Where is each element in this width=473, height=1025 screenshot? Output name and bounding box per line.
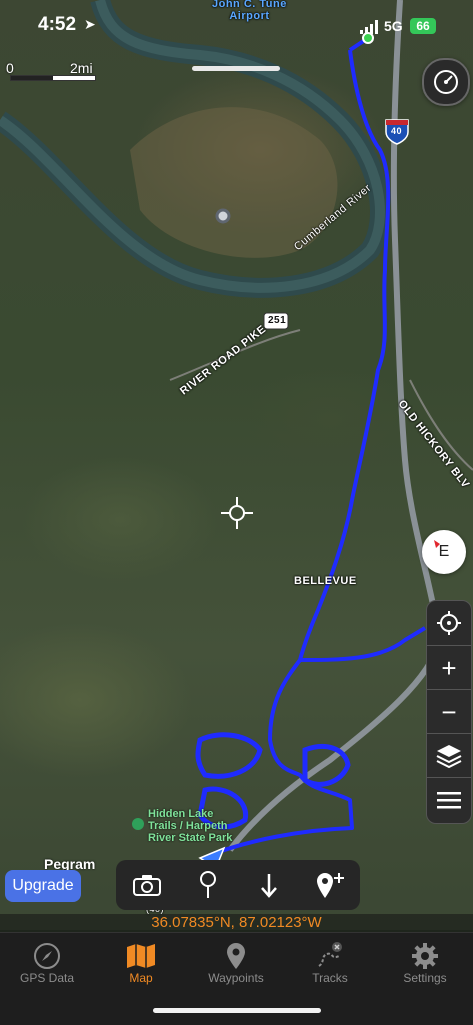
zoom-out-button[interactable]: −	[427, 689, 471, 734]
tab-label: GPS Data	[19, 971, 75, 985]
speedometer-button[interactable]	[422, 58, 470, 106]
upgrade-button[interactable]: Upgrade	[5, 870, 81, 902]
down-arrow-icon	[260, 874, 277, 898]
coordinates-readout: 36.07835°N, 87.02123°W	[0, 914, 473, 932]
add-waypoint-button[interactable]	[299, 860, 360, 910]
menu-button[interactable]	[427, 777, 471, 822]
status-time: 4:52	[38, 14, 77, 35]
waypoint-pin-icon	[227, 943, 245, 969]
layers-icon	[436, 745, 462, 769]
tab-label: Tracks	[312, 971, 348, 985]
camera-button[interactable]	[116, 860, 177, 910]
zoom-in-button[interactable]: +	[427, 645, 471, 690]
map-icon	[127, 944, 155, 968]
route-251-label: 251	[268, 315, 287, 326]
bellevue-label: BELLEVUE	[294, 575, 357, 587]
menu-icon	[437, 792, 461, 809]
scale-end: 2mi	[70, 60, 93, 76]
status-bar: 4:52 ➤ 5G 66	[0, 0, 473, 50]
drop-button[interactable]	[238, 860, 299, 910]
network-type: 5G	[384, 18, 403, 34]
pin-button[interactable]	[177, 860, 238, 910]
map-canvas	[0, 0, 473, 870]
battery-icon: 66	[410, 18, 436, 34]
tracks-icon	[318, 942, 342, 967]
locate-icon	[437, 611, 461, 635]
location-arrow-icon: ➤	[84, 16, 96, 32]
zoom-out-icon: −	[441, 696, 457, 727]
sheet-handle[interactable]	[192, 66, 280, 71]
signal-icon	[360, 20, 378, 34]
action-bar	[116, 860, 360, 910]
tab-tracks[interactable]: Tracks	[283, 941, 377, 991]
zoom-in-icon: +	[441, 652, 457, 683]
map-scale: 0 2mi	[6, 60, 96, 82]
tab-map[interactable]: Map	[94, 941, 188, 991]
locate-button[interactable]	[427, 601, 471, 645]
tab-label: Map	[129, 971, 153, 985]
map-view[interactable]: John C. Tune Airport Cumberland River RI…	[0, 0, 473, 930]
pin-icon	[199, 871, 216, 898]
tab-waypoints[interactable]: Waypoints	[189, 941, 283, 991]
scale-start: 0	[6, 60, 14, 76]
tab-settings[interactable]: Settings	[378, 941, 472, 991]
map-toolbar: + −	[426, 600, 472, 824]
place-marker	[215, 208, 231, 224]
interstate-40-label: 40	[391, 126, 403, 136]
compass-needle-icon	[434, 540, 440, 548]
park-icon	[132, 818, 144, 830]
tab-gps-data[interactable]: GPS Data	[0, 941, 94, 991]
tab-label: Settings	[403, 971, 447, 985]
park-label: Hidden Lake Trails / Harpeth River State…	[148, 808, 233, 844]
gear-icon	[412, 943, 438, 969]
speedometer-icon	[434, 70, 458, 94]
camera-icon	[132, 875, 161, 896]
crosshair-icon	[221, 497, 253, 529]
compass-button[interactable]: E	[422, 530, 466, 574]
compass-icon	[34, 943, 60, 969]
layers-button[interactable]	[427, 733, 471, 778]
home-indicator	[153, 1008, 321, 1013]
tab-label: Waypoints	[208, 971, 264, 985]
add-waypoint-icon	[316, 873, 344, 898]
